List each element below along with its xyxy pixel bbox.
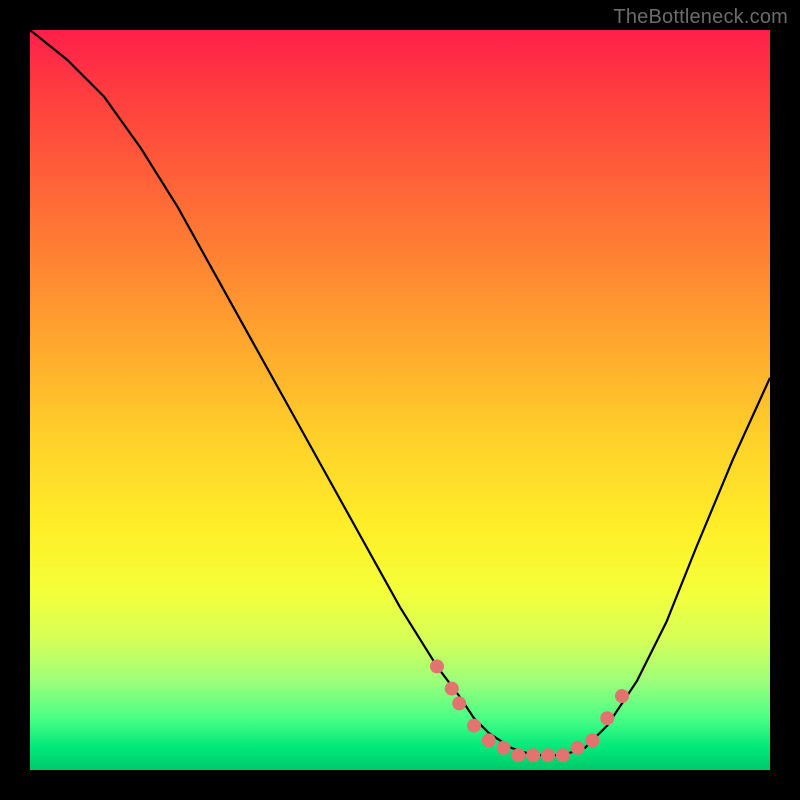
threshold-dots-group: [430, 659, 629, 762]
threshold-dot: [497, 741, 511, 755]
chart-svg: [30, 30, 770, 770]
threshold-dot: [541, 748, 555, 762]
bottleneck-curve: [30, 30, 770, 755]
watermark-text: TheBottleneck.com: [613, 6, 788, 29]
threshold-dot: [585, 733, 599, 747]
threshold-dot: [430, 659, 444, 673]
threshold-dot: [526, 748, 540, 762]
threshold-dot: [571, 741, 585, 755]
threshold-dot: [600, 711, 614, 725]
threshold-dot: [556, 748, 570, 762]
threshold-dot: [615, 689, 629, 703]
chart-plot-area: [30, 30, 770, 770]
threshold-dot: [467, 719, 481, 733]
threshold-dot: [445, 682, 459, 696]
threshold-dot: [511, 748, 525, 762]
threshold-dot: [452, 696, 466, 710]
threshold-dot: [482, 733, 496, 747]
